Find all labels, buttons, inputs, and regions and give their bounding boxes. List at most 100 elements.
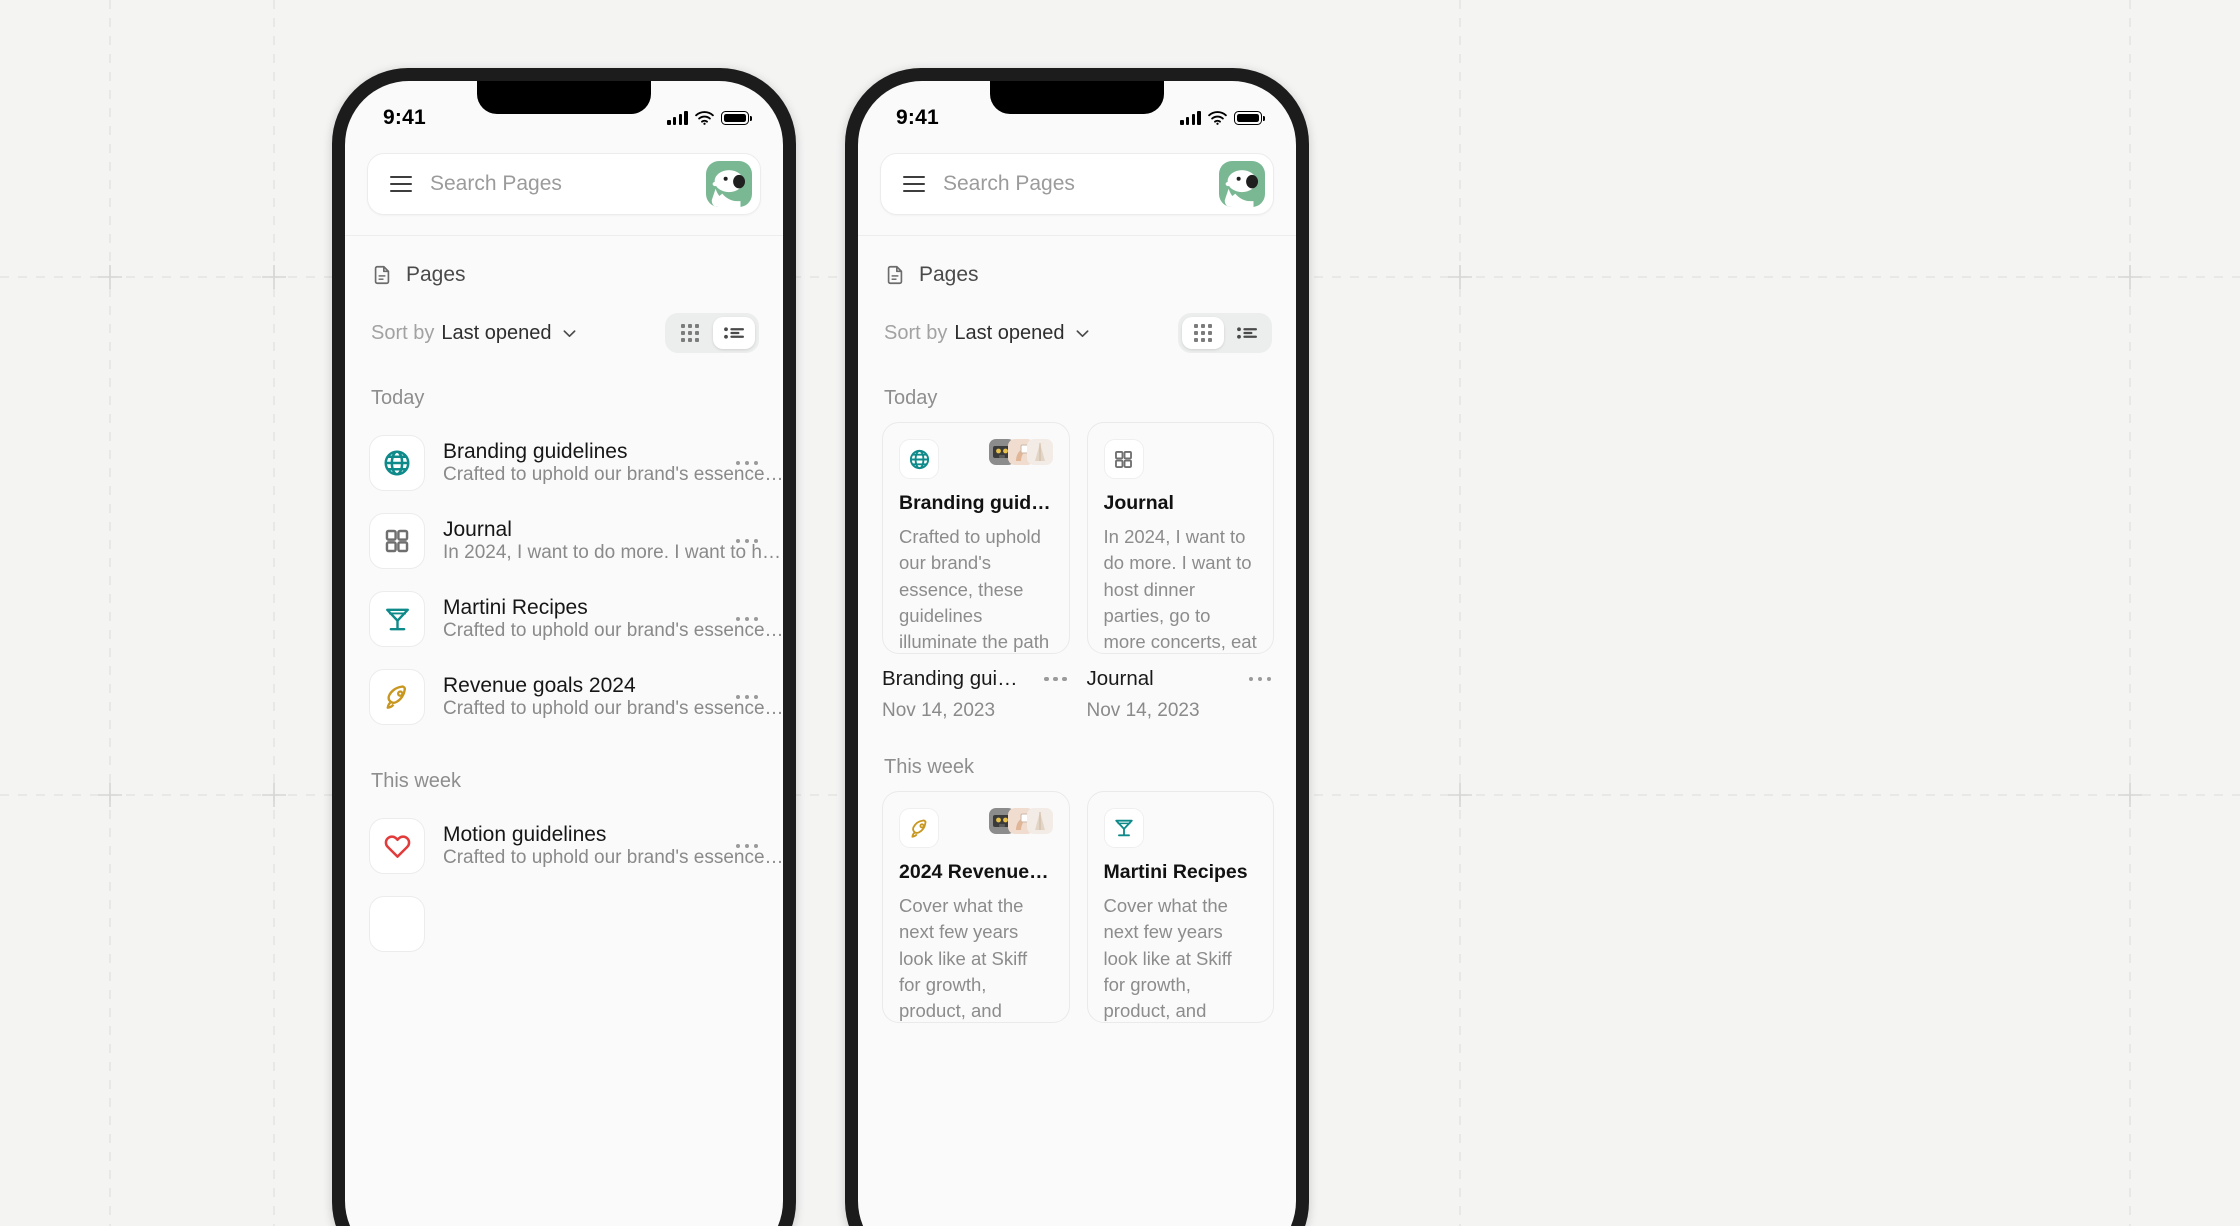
cellular-signal-icon [667, 111, 688, 125]
pages-grid-this-week: 2024 Revenue goals Cover what the next f… [858, 779, 1296, 1023]
status-time: 9:41 [383, 106, 426, 129]
card-meta-title: Branding guidelines [882, 667, 1028, 690]
grid-squares-icon [1103, 439, 1144, 479]
pages-section-header: Pages [858, 236, 1296, 287]
list-item-title: Journal [443, 518, 512, 541]
list-item[interactable]: Journal In 2024, I want to do more. I wa… [369, 502, 781, 580]
more-options-icon[interactable] [1240, 676, 1274, 682]
snoopy-avatar[interactable] [1219, 161, 1265, 207]
pages-list-today: Branding guidelines Crafted to uphold ou… [345, 410, 783, 736]
group-header-this-week: This week [884, 756, 975, 778]
list-view-icon[interactable] [1226, 317, 1268, 349]
more-options-icon[interactable] [727, 538, 761, 544]
page-title: Pages [406, 263, 466, 286]
list-item-text: Revenue goals 2024 Crafted to uphold our… [443, 674, 783, 720]
list-item-subtitle: Crafted to uphold our brand's essence… [443, 698, 783, 719]
grid-view-icon[interactable] [1182, 317, 1224, 349]
list-item-title: Branding guidelines [443, 440, 628, 463]
sort-control[interactable]: Sort by Last opened [884, 322, 1092, 345]
search-bar[interactable]: Search Pages [880, 153, 1274, 215]
card-body: Cover what the next few years look like … [899, 895, 1028, 1022]
globe-icon [899, 439, 939, 479]
card-meta-date: Nov 14, 2023 [882, 700, 996, 721]
list-item-text: Motion guidelines Crafted to uphold our … [443, 823, 783, 869]
group-header-today: Today [884, 387, 938, 409]
card-body: In 2024, I want to do more. I want to ho… [1103, 526, 1257, 653]
list-item-partial[interactable] [369, 885, 761, 963]
cellular-signal-icon [1180, 111, 1201, 125]
heart-icon [369, 818, 425, 874]
page-icon-placeholder [369, 896, 425, 952]
more-options-icon[interactable] [727, 616, 761, 622]
list-item[interactable]: Revenue goals 2024 Crafted to uphold our… [369, 658, 783, 736]
phone-screen-list: 9:41 Search Pages Pages Sort by Last ope… [345, 81, 783, 1226]
document-icon [371, 264, 393, 286]
card-title: Journal [1103, 492, 1174, 514]
sort-value: Last opened [441, 321, 552, 344]
more-options-icon[interactable] [1036, 676, 1070, 682]
list-item-title: Revenue goals 2024 [443, 674, 636, 697]
status-bar: 9:41 [345, 81, 783, 141]
globe-icon [369, 435, 425, 491]
sort-by-label: Sort by [371, 321, 435, 344]
status-time: 9:41 [896, 106, 939, 129]
more-options-icon[interactable] [727, 843, 761, 849]
card-header [1103, 439, 1258, 479]
pages-list-this-week: Motion guidelines Crafted to uphold our … [345, 793, 783, 963]
search-bar[interactable]: Search Pages [367, 153, 761, 215]
card-meta: Branding guidelines Nov 14, 2023 [882, 667, 1070, 722]
list-item-subtitle: In 2024, I want to do more. I want to h… [443, 542, 781, 563]
view-toggle[interactable] [1178, 313, 1272, 353]
pages-section-header: Pages [345, 236, 783, 287]
phone-screen-grid: 9:41 Search Pages Pages Sort by Last ope… [858, 81, 1296, 1226]
card-title: 2024 Revenue goals [899, 861, 1053, 883]
card-meta: Journal Nov 14, 2023 [1087, 667, 1275, 722]
page-card[interactable]: Branding guidelines Crafted to uphold ou… [882, 422, 1070, 654]
rocket-icon [369, 669, 425, 725]
group-header-today: Today [371, 387, 425, 409]
grid-squares-icon [369, 513, 425, 569]
collaborator-avatars [989, 439, 1053, 465]
more-options-icon[interactable] [727, 460, 761, 466]
rocket-icon [899, 808, 939, 848]
page-card[interactable]: Martini Recipes Cover what the next few … [1086, 791, 1274, 1023]
sort-and-view-row: Sort by Last opened [345, 287, 783, 353]
battery-full-icon [721, 111, 752, 125]
sort-by-label: Sort by [884, 321, 948, 344]
search-input[interactable]: Search Pages [430, 172, 706, 196]
chevron-down-icon[interactable] [560, 324, 579, 343]
martini-glass-icon [369, 591, 425, 647]
page-card[interactable]: Journal In 2024, I want to do more. I wa… [1086, 422, 1274, 654]
page-card[interactable]: 2024 Revenue goals Cover what the next f… [882, 791, 1070, 1023]
hamburger-menu-icon[interactable] [903, 176, 925, 192]
status-icon-group [1180, 111, 1265, 125]
view-toggle[interactable] [665, 313, 759, 353]
grid-row: 2024 Revenue goals Cover what the next f… [882, 791, 1274, 1023]
list-item[interactable]: Motion guidelines Crafted to uphold our … [369, 807, 783, 885]
list-item-title: Motion guidelines [443, 823, 607, 846]
search-bar-container: Search Pages [345, 141, 783, 235]
card-title: Martini Recipes [1103, 861, 1248, 883]
list-item-subtitle: Crafted to uphold our brand's essence… [443, 847, 783, 868]
card-header [899, 808, 1053, 848]
document-icon [884, 264, 906, 286]
group-header-this-week: This week [371, 770, 462, 792]
chevron-down-icon[interactable] [1073, 324, 1092, 343]
collaborator-avatars [989, 808, 1053, 834]
martini-glass-icon [1103, 808, 1144, 848]
list-item-subtitle: Crafted to uphold our brand's essence… [443, 620, 783, 641]
more-options-icon[interactable] [727, 694, 761, 700]
search-input[interactable]: Search Pages [943, 172, 1219, 196]
list-item[interactable]: Branding guidelines Crafted to uphold ou… [369, 424, 783, 502]
card-title: Branding guidelines [899, 492, 1053, 514]
list-item[interactable]: Martini Recipes Crafted to uphold our br… [369, 580, 783, 658]
list-view-icon[interactable] [713, 317, 755, 349]
snoopy-avatar[interactable] [706, 161, 752, 207]
hamburger-menu-icon[interactable] [390, 176, 412, 192]
grid-view-icon[interactable] [669, 317, 711, 349]
status-icon-group [667, 111, 752, 125]
pages-grid-today: Branding guidelines Crafted to uphold ou… [858, 410, 1296, 654]
sort-control[interactable]: Sort by Last opened [371, 322, 579, 345]
avatar [1027, 439, 1053, 465]
wifi-icon [695, 111, 714, 125]
